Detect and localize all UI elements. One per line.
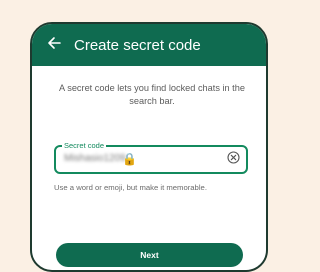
page-title: Create secret code [74, 36, 201, 54]
secret-code-field[interactable]: Secret code Mishasio1209 🔒 [54, 140, 248, 174]
next-button[interactable]: Next [56, 243, 243, 267]
helper-text: Use a word or emoji, but make it memorab… [54, 183, 207, 192]
clear-button[interactable] [226, 150, 241, 169]
phone-frame: Create secret code A secret code lets yo… [30, 22, 268, 272]
description-text: A secret code lets you find locked chats… [59, 83, 245, 106]
lock-emoji: 🔒 [122, 152, 137, 166]
clear-circle-icon [227, 150, 240, 169]
secret-code-value[interactable]: Mishasio1209 [64, 153, 126, 164]
secret-code-label: Secret code [62, 140, 107, 151]
arrow-back-icon [47, 36, 61, 55]
app-bar: Create secret code [32, 24, 266, 66]
back-button[interactable] [36, 24, 72, 66]
